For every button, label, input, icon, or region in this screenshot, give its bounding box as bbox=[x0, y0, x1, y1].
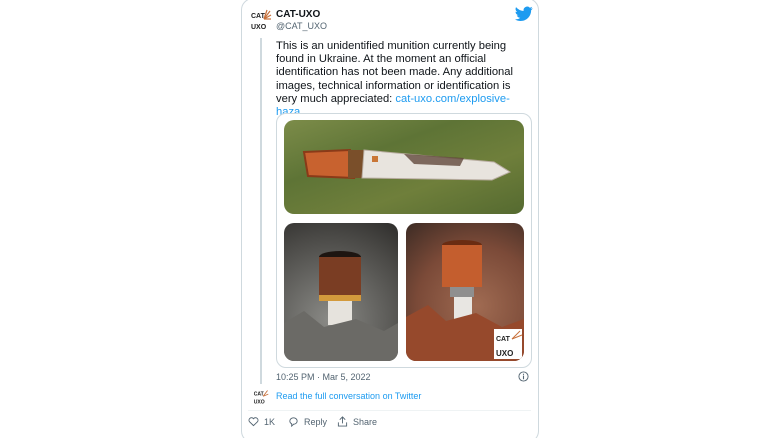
tweet-timestamp[interactable]: 10:25 PM · Mar 5, 2022 bbox=[276, 372, 371, 382]
share-icon bbox=[337, 416, 348, 427]
reply-icon bbox=[289, 417, 298, 427]
share-label: Share bbox=[353, 416, 378, 427]
action-divider bbox=[248, 410, 531, 411]
like-count: 1K bbox=[264, 416, 276, 427]
reply-label: Reply bbox=[304, 416, 328, 427]
logo-text-top: CAT bbox=[251, 13, 266, 20]
thread-line bbox=[260, 38, 262, 384]
munition-photo-rubble[interactable] bbox=[284, 223, 398, 361]
info-icon[interactable] bbox=[518, 371, 529, 382]
author-handle[interactable]: @CAT_UXO bbox=[276, 21, 327, 31]
read-full-conversation-link[interactable]: Read the full conversation on Twitter bbox=[276, 391, 421, 401]
twitter-bird-icon[interactable] bbox=[515, 6, 533, 22]
share-button[interactable]: Share bbox=[337, 416, 377, 427]
logo-small-text-bottom: UXO bbox=[254, 400, 265, 405]
watermark-text-bottom: UXO bbox=[496, 349, 513, 358]
cat-uxo-avatar[interactable]: CAT UXO bbox=[250, 9, 272, 31]
watermark-text-top: CAT bbox=[496, 336, 511, 343]
author-name[interactable]: CAT-UXO bbox=[276, 9, 320, 20]
tweet-text: This is an unidentified munition current… bbox=[276, 40, 534, 119]
cat-uxo-avatar-small[interactable]: CAT UXO bbox=[253, 389, 269, 405]
munition-photo-grass[interactable] bbox=[284, 120, 524, 214]
logo-text-bottom: UXO bbox=[251, 24, 267, 31]
reply-button[interactable]: Reply bbox=[288, 416, 327, 427]
logo-small-text-top: CAT bbox=[254, 392, 265, 398]
munition-photo-brick-debris[interactable]: CAT UXO bbox=[406, 223, 524, 361]
like-button[interactable]: 1K bbox=[248, 416, 275, 427]
heart-icon bbox=[248, 417, 259, 427]
